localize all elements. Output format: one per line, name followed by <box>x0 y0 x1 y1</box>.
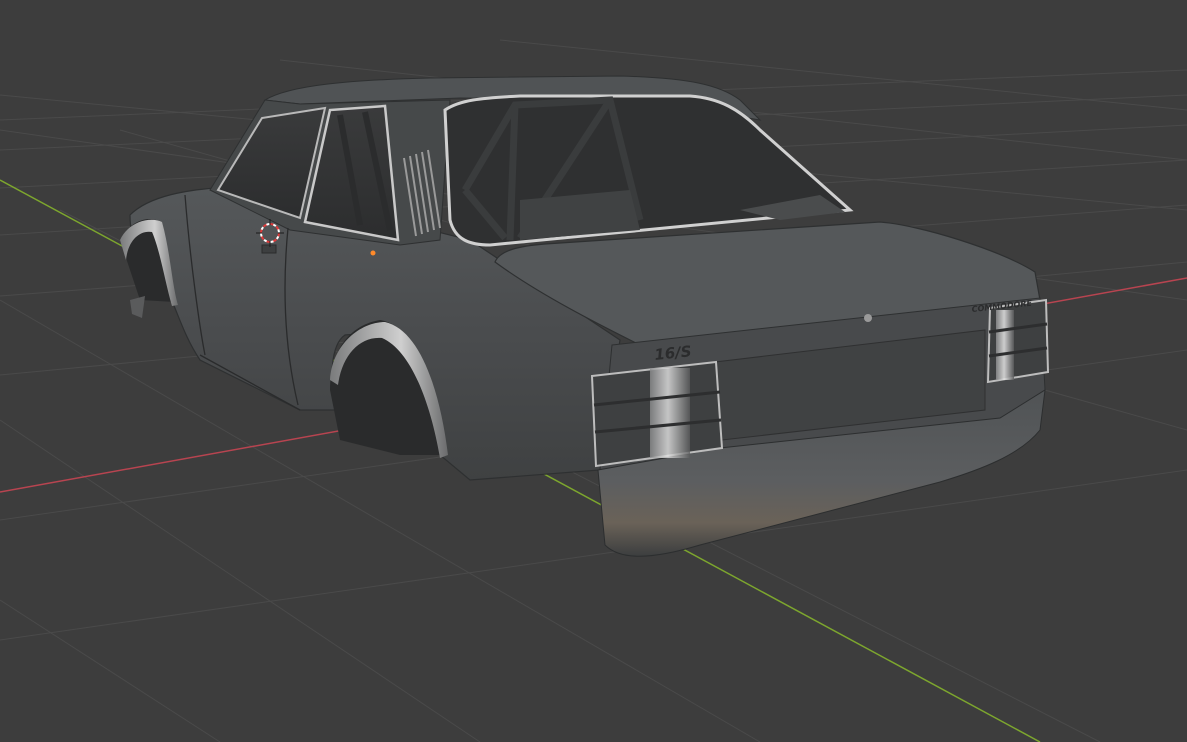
left-tail-lamp <box>590 360 724 468</box>
front-mudflap <box>130 296 145 318</box>
door-handle <box>261 244 277 254</box>
right-tail-lamp <box>986 298 1050 384</box>
car-body-model[interactable]: 16/S COMMODORE <box>120 75 1050 557</box>
viewport-scene[interactable]: 16/S COMMODORE <box>0 0 1187 742</box>
fuel-cap <box>370 250 376 256</box>
3d-viewport[interactable]: 16/S COMMODORE <box>0 0 1187 742</box>
trunk-lock <box>864 314 872 322</box>
